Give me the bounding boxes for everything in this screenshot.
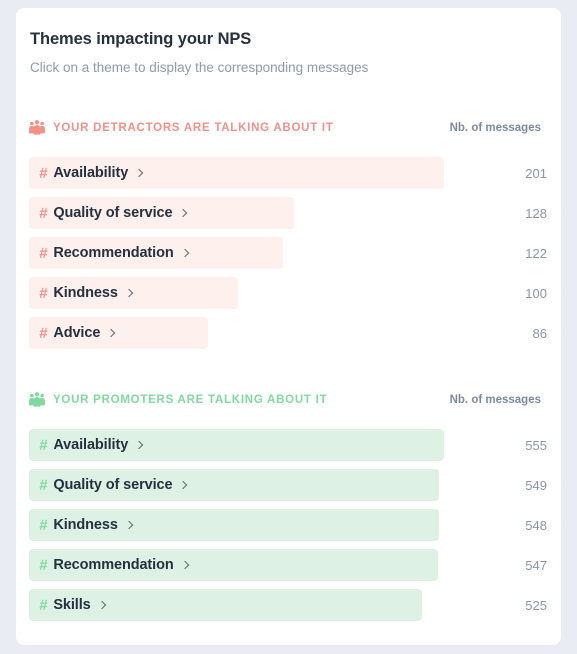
theme-label-group[interactable]: # Kindness (39, 509, 134, 541)
theme-label-group[interactable]: # Quality of service (39, 197, 188, 229)
theme-name: Recommendation (53, 245, 174, 261)
theme-label-group[interactable]: # Recommendation (39, 549, 190, 581)
message-count: 549 (525, 477, 547, 493)
hash-icon: # (38, 324, 48, 342)
hash-icon: # (38, 164, 48, 182)
message-count: 86 (532, 325, 547, 341)
message-count: 100 (525, 285, 547, 301)
group-people-icon (28, 119, 46, 137)
chevron-right-icon (179, 481, 188, 490)
hash-icon: # (38, 436, 48, 454)
message-count: 122 (525, 245, 547, 261)
table-row[interactable]: # Advice 86 (16, 317, 561, 349)
detractors-count-column-label: Nb. of messages (449, 122, 541, 134)
promoters-count-column-label: Nb. of messages (449, 394, 541, 406)
chevron-right-icon (181, 561, 190, 570)
page-subtitle: Click on a theme to display the correspo… (30, 60, 369, 75)
table-row[interactable]: # Skills 525 (16, 589, 561, 621)
hash-icon: # (38, 204, 48, 222)
message-count: 201 (525, 165, 547, 181)
chevron-right-icon (107, 329, 116, 338)
detractors-rows: # Availability 201 # Quality of service … (16, 157, 561, 349)
table-row[interactable]: # Availability 201 (16, 157, 561, 189)
hash-icon: # (38, 596, 48, 614)
detractors-section-header: YOUR DETRACTORS ARE TALKING ABOUT IT Nb.… (28, 118, 547, 144)
detractors-section: YOUR DETRACTORS ARE TALKING ABOUT IT Nb.… (16, 118, 561, 357)
theme-name: Advice (53, 325, 101, 341)
table-row[interactable]: # Recommendation 547 (16, 549, 561, 581)
hash-icon: # (38, 284, 48, 302)
chevron-right-icon (98, 601, 107, 610)
table-row[interactable]: # Quality of service 128 (16, 197, 561, 229)
promoters-heading: YOUR PROMOTERS ARE TALKING ABOUT IT (53, 394, 328, 406)
message-count: 128 (525, 205, 547, 221)
chevron-right-icon (135, 169, 144, 178)
chevron-right-icon (125, 521, 134, 530)
theme-label-group[interactable]: # Availability (39, 429, 144, 461)
theme-name: Quality of service (53, 477, 173, 493)
table-row[interactable]: # Recommendation 122 (16, 237, 561, 269)
theme-label-group[interactable]: # Skills (39, 589, 107, 621)
hash-icon: # (38, 476, 48, 494)
chevron-right-icon (135, 441, 144, 450)
theme-name: Kindness (53, 517, 118, 533)
chevron-right-icon (179, 209, 188, 218)
theme-label-group[interactable]: # Availability (39, 157, 144, 189)
theme-name: Availability (53, 437, 129, 453)
table-row[interactable]: # Quality of service 549 (16, 469, 561, 501)
theme-name: Kindness (53, 285, 118, 301)
theme-label-group[interactable]: # Kindness (39, 277, 134, 309)
theme-name: Availability (53, 165, 129, 181)
table-row[interactable]: # Kindness 548 (16, 509, 561, 541)
table-row[interactable]: # Availability 555 (16, 429, 561, 461)
message-count: 555 (525, 437, 547, 453)
theme-label-group[interactable]: # Advice (39, 317, 116, 349)
message-count: 548 (525, 517, 547, 533)
group-people-icon (28, 391, 46, 409)
hash-icon: # (38, 516, 48, 534)
detractors-heading: YOUR DETRACTORS ARE TALKING ABOUT IT (53, 122, 334, 134)
message-count: 547 (525, 557, 547, 573)
themes-card: Themes impacting your NPS Click on a the… (16, 8, 561, 645)
theme-label-group[interactable]: # Recommendation (39, 237, 190, 269)
table-row[interactable]: # Kindness 100 (16, 277, 561, 309)
chevron-right-icon (181, 249, 190, 258)
message-count: 525 (525, 597, 547, 613)
chevron-right-icon (125, 289, 134, 298)
promoters-rows: # Availability 555 # Quality of service … (16, 429, 561, 621)
promoters-section-header: YOUR PROMOTERS ARE TALKING ABOUT IT Nb. … (28, 390, 547, 416)
theme-name: Recommendation (53, 557, 174, 573)
page-title: Themes impacting your NPS (30, 30, 252, 48)
theme-label-group[interactable]: # Quality of service (39, 469, 188, 501)
hash-icon: # (38, 556, 48, 574)
promoters-section: YOUR PROMOTERS ARE TALKING ABOUT IT Nb. … (16, 390, 561, 629)
theme-name: Quality of service (53, 205, 173, 221)
hash-icon: # (38, 244, 48, 262)
theme-name: Skills (53, 597, 91, 613)
